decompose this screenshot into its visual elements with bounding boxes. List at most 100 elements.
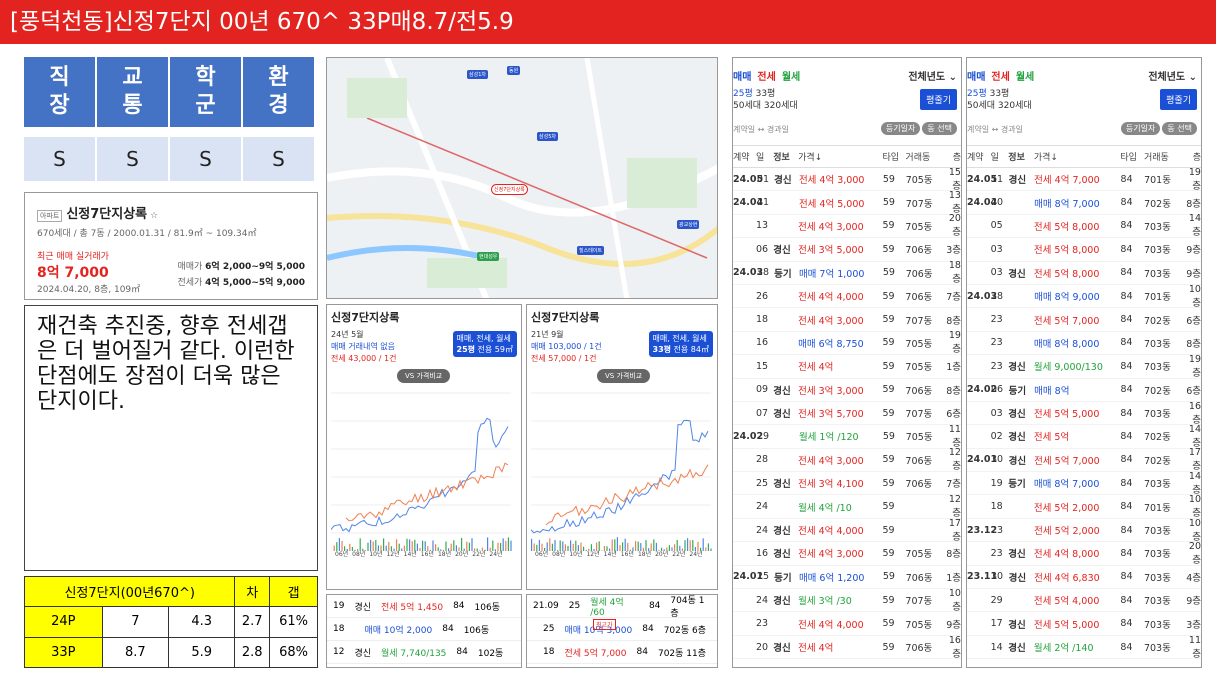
table-row[interactable]: 23 전세 4억 4,000 59 705동 9층 xyxy=(733,612,961,636)
table-row[interactable]: 23 전세 5억 7,000 84 702동 6층 xyxy=(967,308,1201,332)
map-pin-selected[interactable]: 신정7단지상록 xyxy=(491,184,528,195)
size-tab[interactable]: 33평 xyxy=(990,89,1010,99)
star-icon[interactable]: ☆ xyxy=(150,211,158,221)
year-select[interactable]: 전체년도 ⌄ xyxy=(908,68,957,83)
deal-tab[interactable]: 매매 xyxy=(967,72,985,83)
table-row[interactable]: 24.03 28 등기 매매 7억 1,000 59 706동 18층 xyxy=(733,260,961,285)
table-row[interactable]: 29 전세 5억 4,000 84 703동 9층 xyxy=(967,589,1201,613)
date-toggle[interactable]: 계약일 ↔ 경과일 xyxy=(733,124,789,135)
table-cell: 84 xyxy=(1120,524,1133,536)
table-row[interactable]: 24.04 21 전세 4억 5,000 59 707동 13층 xyxy=(733,190,961,215)
column-header[interactable]: 가격↓ xyxy=(798,150,882,163)
table-cell: 14층 xyxy=(1188,213,1201,239)
table-row[interactable]: 23.12 23 전세 5억 2,000 84 703동 10층 xyxy=(967,518,1201,543)
table-row[interactable]: 07 경신 전세 3억 5,700 59 707동 6층 xyxy=(733,402,961,426)
table-row[interactable]: 24.04 20 매매 8억 7,000 84 702동 8층 xyxy=(967,191,1201,215)
map-pin[interactable]: 동원 xyxy=(507,66,521,75)
deal-type-dropdown[interactable]: 매매, 전세, 월세 25평 전용 59㎡ xyxy=(452,331,517,357)
table-row[interactable]: 23 매매 8억 8,000 84 703동 8층 xyxy=(967,332,1201,356)
deal-row[interactable]: 18 매매 10억 2,000 84 106동 xyxy=(327,618,521,641)
map-pin[interactable]: 삼성5차 xyxy=(537,132,558,141)
size-tabs[interactable]: 25평 33평 50세대 320세대 xyxy=(733,88,798,112)
transactions-33[interactable]: 매매 전세 월세 전체년도 ⌄ 25평 33평 50세대 320세대 평줄기계약일 ↔ 경과… xyxy=(966,57,1202,668)
table-row[interactable]: 17 경신 전세 5억 5,000 84 703동 3층 xyxy=(967,612,1201,636)
table-row[interactable]: 24 경신 월세 3억 /30 59 707동 10층 xyxy=(733,587,961,613)
table-row[interactable]: 23.11 30 경신 전세 4억 6,830 84 703동 4층 xyxy=(967,566,1201,590)
expand-button[interactable]: 평줄기 xyxy=(1160,89,1197,110)
map-pin[interactable]: 현대성우 xyxy=(477,252,500,261)
filter-chip[interactable]: 동 선택 xyxy=(922,122,957,135)
size-tab[interactable]: 25평 xyxy=(733,89,753,99)
deal-type-dropdown[interactable]: 매매, 전세, 월세 33평 전용 84㎡ xyxy=(648,331,713,357)
table-row[interactable]: 24.01 30 경신 전세 5억 7,000 84 702동 17층 xyxy=(967,447,1201,472)
deal-tab[interactable]: 전세 xyxy=(991,72,1009,83)
complex-name[interactable]: 신정7단지상록 xyxy=(66,207,147,222)
map-pin[interactable]: 삼성1차 xyxy=(467,70,488,79)
size-tab[interactable]: 33평 xyxy=(756,89,776,99)
deal-type-label: 매매, 전세, 월세 xyxy=(456,334,511,343)
deal-row[interactable]: 12 경신 월세 7,740/135 84 102동 xyxy=(327,641,521,664)
table-cell: 10층 xyxy=(948,587,961,613)
table-row[interactable]: 24 월세 4억 /10 59 12층 xyxy=(733,494,961,519)
filter-chip[interactable]: 등기일자 xyxy=(880,122,921,135)
table-row[interactable]: 16 매매 6억 8,750 59 705동 19층 xyxy=(733,330,961,355)
table-cell: 24 xyxy=(755,524,769,536)
table-row[interactable]: 18 전세 5억 2,000 84 701동 10층 xyxy=(967,494,1201,519)
deal-tab[interactable]: 월세 xyxy=(782,72,800,83)
table-row[interactable]: 15 전세 4억 59 705동 1층 xyxy=(733,355,961,379)
size-tabs[interactable]: 25평 33평 50세대 320세대 xyxy=(967,88,1032,112)
transactions-25[interactable]: 매매 전세 월세 전체년도 ⌄ 25평 33평 50세대 320세대 평줄기계약일 ↔ 경과… xyxy=(732,57,962,668)
table-row[interactable]: 24.01 25 등기 매매 6억 1,200 59 706동 1층 xyxy=(733,566,961,590)
table-row[interactable]: 24.02 06 등기 매매 8억 84 702동 6층 xyxy=(967,379,1201,402)
table-row[interactable]: 25 경신 전세 3억 4,100 59 706동 7층 xyxy=(733,472,961,496)
compare-button[interactable]: VS 가격비교 xyxy=(597,369,651,383)
table-row[interactable]: 06 경신 전세 3억 5,000 59 706동 3층 xyxy=(733,238,961,262)
table-row[interactable]: 18 전세 4억 3,000 59 707동 8층 xyxy=(733,308,961,332)
deal-row[interactable]: 19 경신 전세 5억 1,450 84 106동 xyxy=(327,595,521,618)
table-cell: 702동 xyxy=(1143,432,1171,444)
column-header[interactable]: 가격↓ xyxy=(1034,150,1121,163)
table-row[interactable]: 23 경신 월세 9,000/130 84 703동 19층 xyxy=(967,354,1201,379)
table-row[interactable]: 24.03 28 매매 8억 9,000 84 701동 10층 xyxy=(967,284,1201,309)
table-cell: 59 xyxy=(882,220,895,232)
table-row[interactable]: 19 등기 매매 8억 7,000 84 703동 14층 xyxy=(967,471,1201,496)
table-row[interactable]: 26 전세 4억 4,000 59 706동 7층 xyxy=(733,285,961,309)
deal-row[interactable]: 21.09 25 월세 4억 /60 84 704동 1층 xyxy=(527,595,717,619)
table-row[interactable]: 13 전세 4억 3,000 59 705동 20층 xyxy=(733,213,961,238)
table-cell: 경신 xyxy=(774,175,792,187)
size-tab[interactable]: 25평 xyxy=(967,89,987,99)
table-row[interactable]: 14 경신 월세 2억 /140 84 703동 11층 xyxy=(967,635,1201,660)
table-row[interactable]: 24.02 29 월세 1억 /120 59 705동 11층 xyxy=(733,424,961,449)
deal-tab[interactable]: 매매 xyxy=(733,72,751,83)
table-row[interactable]: 23 경신 전세 4억 8,000 84 703동 20층 xyxy=(967,541,1201,566)
table-row[interactable]: 03 경신 전세 5억 8,000 84 703동 9층 xyxy=(967,262,1201,285)
map-pin[interactable]: 광교상현 xyxy=(677,220,700,229)
price-chart-33[interactable]: 신정7단지상록 매매, 전세, 월세 33평 전용 84㎡ 21년 9월 매매 103,… xyxy=(526,304,718,590)
table-row[interactable]: 16 경신 전세 4억 3,000 59 705동 8층 xyxy=(733,542,961,566)
compare-button[interactable]: VS 가격비교 xyxy=(397,369,451,383)
table-row[interactable]: 05 전세 5억 8,000 84 703동 14층 xyxy=(967,213,1201,239)
map-view[interactable]: 삼성1차 동원 신정7단지상록 현대성우 힐스테이트 삼성5차 광교상현 xyxy=(326,57,718,299)
price-chart-25[interactable]: 신정7단지상록 매매, 전세, 월세 25평 전용 59㎡ 24년 5월 매매 거래내역… xyxy=(326,304,522,590)
filter-chip[interactable]: 등기일자 xyxy=(1120,122,1161,135)
table-row[interactable]: 24.05 01 경신 전세 4억 3,000 59 705동 15층 xyxy=(733,167,961,192)
table-row[interactable]: 24 경신 전세 4억 4,000 59 17층 xyxy=(733,518,961,543)
table-cell: 경신 xyxy=(1008,619,1026,631)
table-row[interactable]: 03 경신 전세 5억 5,000 84 703동 16층 xyxy=(967,401,1201,426)
deal-tab[interactable]: 전세 xyxy=(757,72,775,83)
deal-row[interactable]: 18 전세 5억 7,000 84 702동 11층 xyxy=(527,641,717,664)
table-row[interactable]: 20 경신 전세 4억 59 706동 16층 xyxy=(733,635,961,660)
table-row[interactable]: 02 경신 전세 5억 84 702동 14층 xyxy=(967,424,1201,449)
gap-table: 신정7단지(00년670^) 차 갭 24P 7 4.3 2.7 61% 33P 8.7 5.9 2.… xyxy=(23,575,318,669)
table-row[interactable]: 24.05 11 경신 전세 4억 7,000 84 701동 19층 xyxy=(967,167,1201,192)
filter-chip[interactable]: 동 선택 xyxy=(1162,122,1197,135)
deal-row[interactable]: 25 매매 10억 3,000 84 702동 6층 xyxy=(527,618,717,641)
expand-button[interactable]: 평줄기 xyxy=(920,89,957,110)
date-toggle[interactable]: 계약일 ↔ 경과일 xyxy=(967,124,1023,135)
table-row[interactable]: 03 전세 5억 8,000 84 703동 9층 xyxy=(967,238,1201,262)
map-pin[interactable]: 힐스테이트 xyxy=(577,246,605,255)
table-row[interactable]: 09 경신 전세 3억 3,000 59 706동 8층 xyxy=(733,379,961,402)
table-row[interactable]: 28 전세 4억 3,000 59 706동 12층 xyxy=(733,447,961,472)
year-select[interactable]: 전체년도 ⌄ xyxy=(1148,68,1197,83)
deal-tab[interactable]: 월세 xyxy=(1016,72,1034,83)
